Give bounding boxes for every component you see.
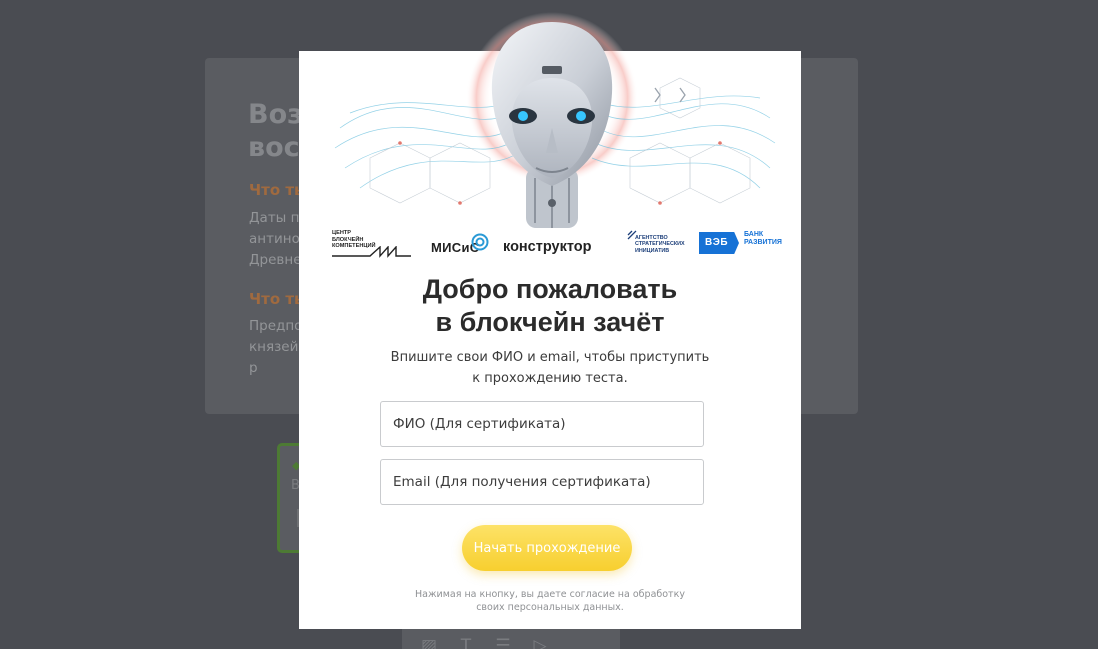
text-icon: T [460, 636, 472, 649]
modal-description: Впишите свои ФИО и email, чтобы приступи… [390, 350, 710, 386]
misis-emblem-icon [471, 233, 489, 251]
email-input[interactable] [380, 459, 704, 505]
logo-asi: АГЕНТСТВО СТРАТЕГИЧЕСКИХ ИНИЦИАТИВ [635, 235, 685, 254]
consent-notice: Нажимая на кнопку, вы даете согласие на … [415, 589, 685, 613]
start-test-button[interactable]: Начать прохождение [462, 525, 632, 571]
full-name-input[interactable] [380, 401, 704, 447]
wave-mark-icon [332, 246, 411, 258]
robot-hero-illustration [334, 12, 776, 228]
video-icon: ▷ [533, 636, 547, 649]
background-editor-toolbar: ▨ T ☰ ▷ [402, 628, 620, 649]
logo-veb-bank: БАНК РАЗВИТИЯ [744, 231, 782, 246]
logo-konstruktor: конструктор [503, 239, 592, 255]
image-icon: ▨ [420, 636, 438, 649]
list-icon: ☰ [495, 636, 511, 649]
logo-veb: ВЭБ [705, 237, 729, 248]
modal-heading: Добро пожаловать в блокчейн зачёт [422, 274, 678, 337]
partner-logos: ЦЕНТР БЛОКЧЕЙН КОМПЕТЕНЦИЙ МИСиС констру… [330, 226, 790, 262]
